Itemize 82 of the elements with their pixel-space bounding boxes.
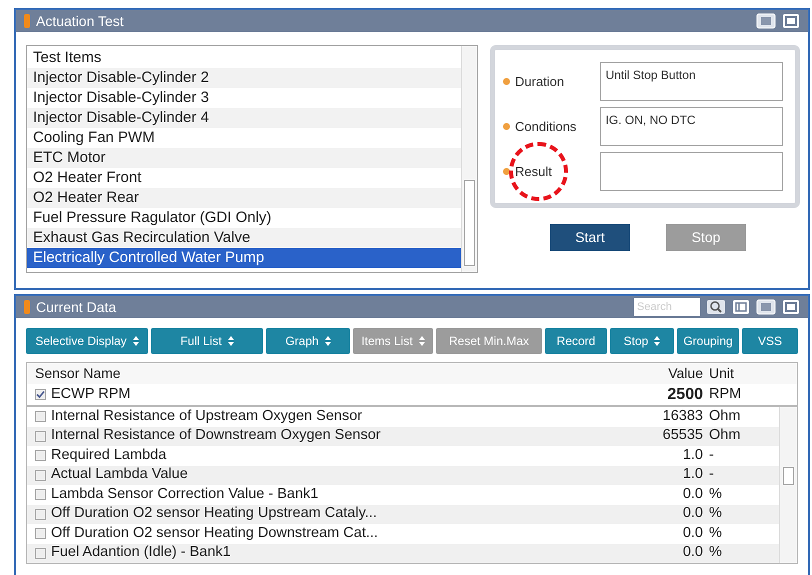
field-label: Conditions <box>514 118 578 136</box>
value-field: Until Stop Button <box>600 62 783 101</box>
checkbox[interactable] <box>35 470 46 481</box>
checkbox[interactable] <box>35 548 46 559</box>
panel-title: Current Data <box>36 298 116 316</box>
toolbar-button[interactable]: VSS <box>742 328 798 354</box>
sensor-unit: RPM <box>708 384 742 404</box>
toolbar-button[interactable]: Grouping <box>677 328 739 354</box>
checkbox[interactable] <box>35 430 46 442</box>
sensor-value: 0.0 <box>682 484 703 504</box>
sensor-value: 1.0 <box>682 446 703 465</box>
list-item[interactable]: Exhaust Gas Recirculation Valve <box>27 228 461 248</box>
field-label: Result <box>509 142 568 202</box>
sensor-value: 1.0 <box>682 465 703 484</box>
scroll-thumb[interactable] <box>783 467 794 485</box>
column-header[interactable]: Unit <box>703 363 779 384</box>
list-item[interactable]: Electrically Controlled Water Pump <box>27 248 461 268</box>
scrollbar[interactable] <box>461 46 477 272</box>
checkbox[interactable] <box>35 450 46 462</box>
sensor-name: Fuel Adantion (Idle) - Bank1 <box>51 543 231 562</box>
capture-icon[interactable] <box>756 13 776 29</box>
sensor-name: Internal Resistance of Upstream Oxygen Sensor <box>51 406 362 426</box>
sensor-unit: % <box>708 543 723 562</box>
updown-icon <box>654 336 660 346</box>
sensor-unit: Ohm <box>708 406 742 426</box>
toolbar-button[interactable]: Full List <box>151 328 263 354</box>
updown-icon <box>418 336 425 346</box>
panel-icon[interactable] <box>732 299 750 315</box>
list-header: Test Items <box>33 48 102 68</box>
panel-title: Actuation Test <box>36 12 124 30</box>
sensor-value: 16383 <box>662 406 703 426</box>
sensor-name: ECWP RPM <box>51 384 130 404</box>
marker-icon <box>24 300 30 314</box>
list-item[interactable]: ETC Motor <box>27 148 461 168</box>
sensor-unit: % <box>708 524 723 543</box>
sensor-unit: Ohm <box>708 426 742 446</box>
sensor-unit: - <box>708 465 715 484</box>
sensor-name: Required Lambda <box>51 446 166 465</box>
column-header[interactable]: Value <box>633 363 703 384</box>
sensor-name: Internal Resistance of Downstream Oxygen Sensor <box>51 426 381 446</box>
sensor-value: 0.0 <box>682 543 703 562</box>
toolbar-button[interactable]: Selective Display <box>26 328 148 354</box>
sensor-value: 0.0 <box>682 524 703 543</box>
search-icon[interactable] <box>706 299 726 315</box>
sensor-value: 2500 <box>666 384 703 404</box>
toolbar-button[interactable]: Record <box>545 328 607 354</box>
capture-icon[interactable] <box>756 299 776 315</box>
value-field: IG. ON, NO DTC <box>600 107 783 146</box>
checkbox[interactable] <box>35 489 46 500</box>
sensor-value: 0.0 <box>682 504 703 524</box>
toolbar-button[interactable]: Graph <box>266 328 350 354</box>
field-label: Duration <box>514 72 566 91</box>
updown-icon <box>228 336 234 346</box>
sensor-unit: % <box>708 484 723 504</box>
maximize-icon[interactable] <box>782 299 800 315</box>
sensor-unit: - <box>708 446 715 465</box>
marker-icon <box>24 14 30 28</box>
bullet-icon <box>503 78 510 85</box>
updown-icon <box>324 336 331 346</box>
list-item[interactable]: Injector Disable-Cylinder 4 <box>27 108 461 128</box>
updown-icon <box>132 336 139 346</box>
toolbar-button[interactable]: Stop <box>610 328 674 354</box>
sensor-name: Actual Lambda Value <box>51 465 188 484</box>
checkbox[interactable] <box>35 528 46 540</box>
scroll-thumb[interactable] <box>464 180 475 266</box>
column-header[interactable]: Sensor Name <box>27 363 633 384</box>
sensor-value: 65535 <box>662 426 703 446</box>
sensor-name: Off Duration O2 sensor Heating Downstream Cat... <box>51 524 378 543</box>
sensor-name: Off Duration O2 sensor Heating Upstream Cataly... <box>51 504 377 524</box>
action-button[interactable]: Start <box>550 224 630 251</box>
list-item[interactable]: Injector Disable-Cylinder 2 <box>27 68 461 88</box>
checkbox[interactable] <box>35 508 46 520</box>
bullet-icon <box>503 168 510 175</box>
sensor-name: Lambda Sensor Correction Value - Bank1 <box>51 484 318 504</box>
checkbox[interactable] <box>35 389 46 400</box>
maximize-icon[interactable] <box>782 13 800 29</box>
checkbox[interactable] <box>35 411 46 422</box>
list-item[interactable]: O2 Heater Rear <box>27 188 461 208</box>
check-icon <box>36 390 45 399</box>
bullet-icon <box>503 123 510 130</box>
sensor-unit: % <box>708 504 723 524</box>
scrollbar[interactable] <box>779 407 797 563</box>
